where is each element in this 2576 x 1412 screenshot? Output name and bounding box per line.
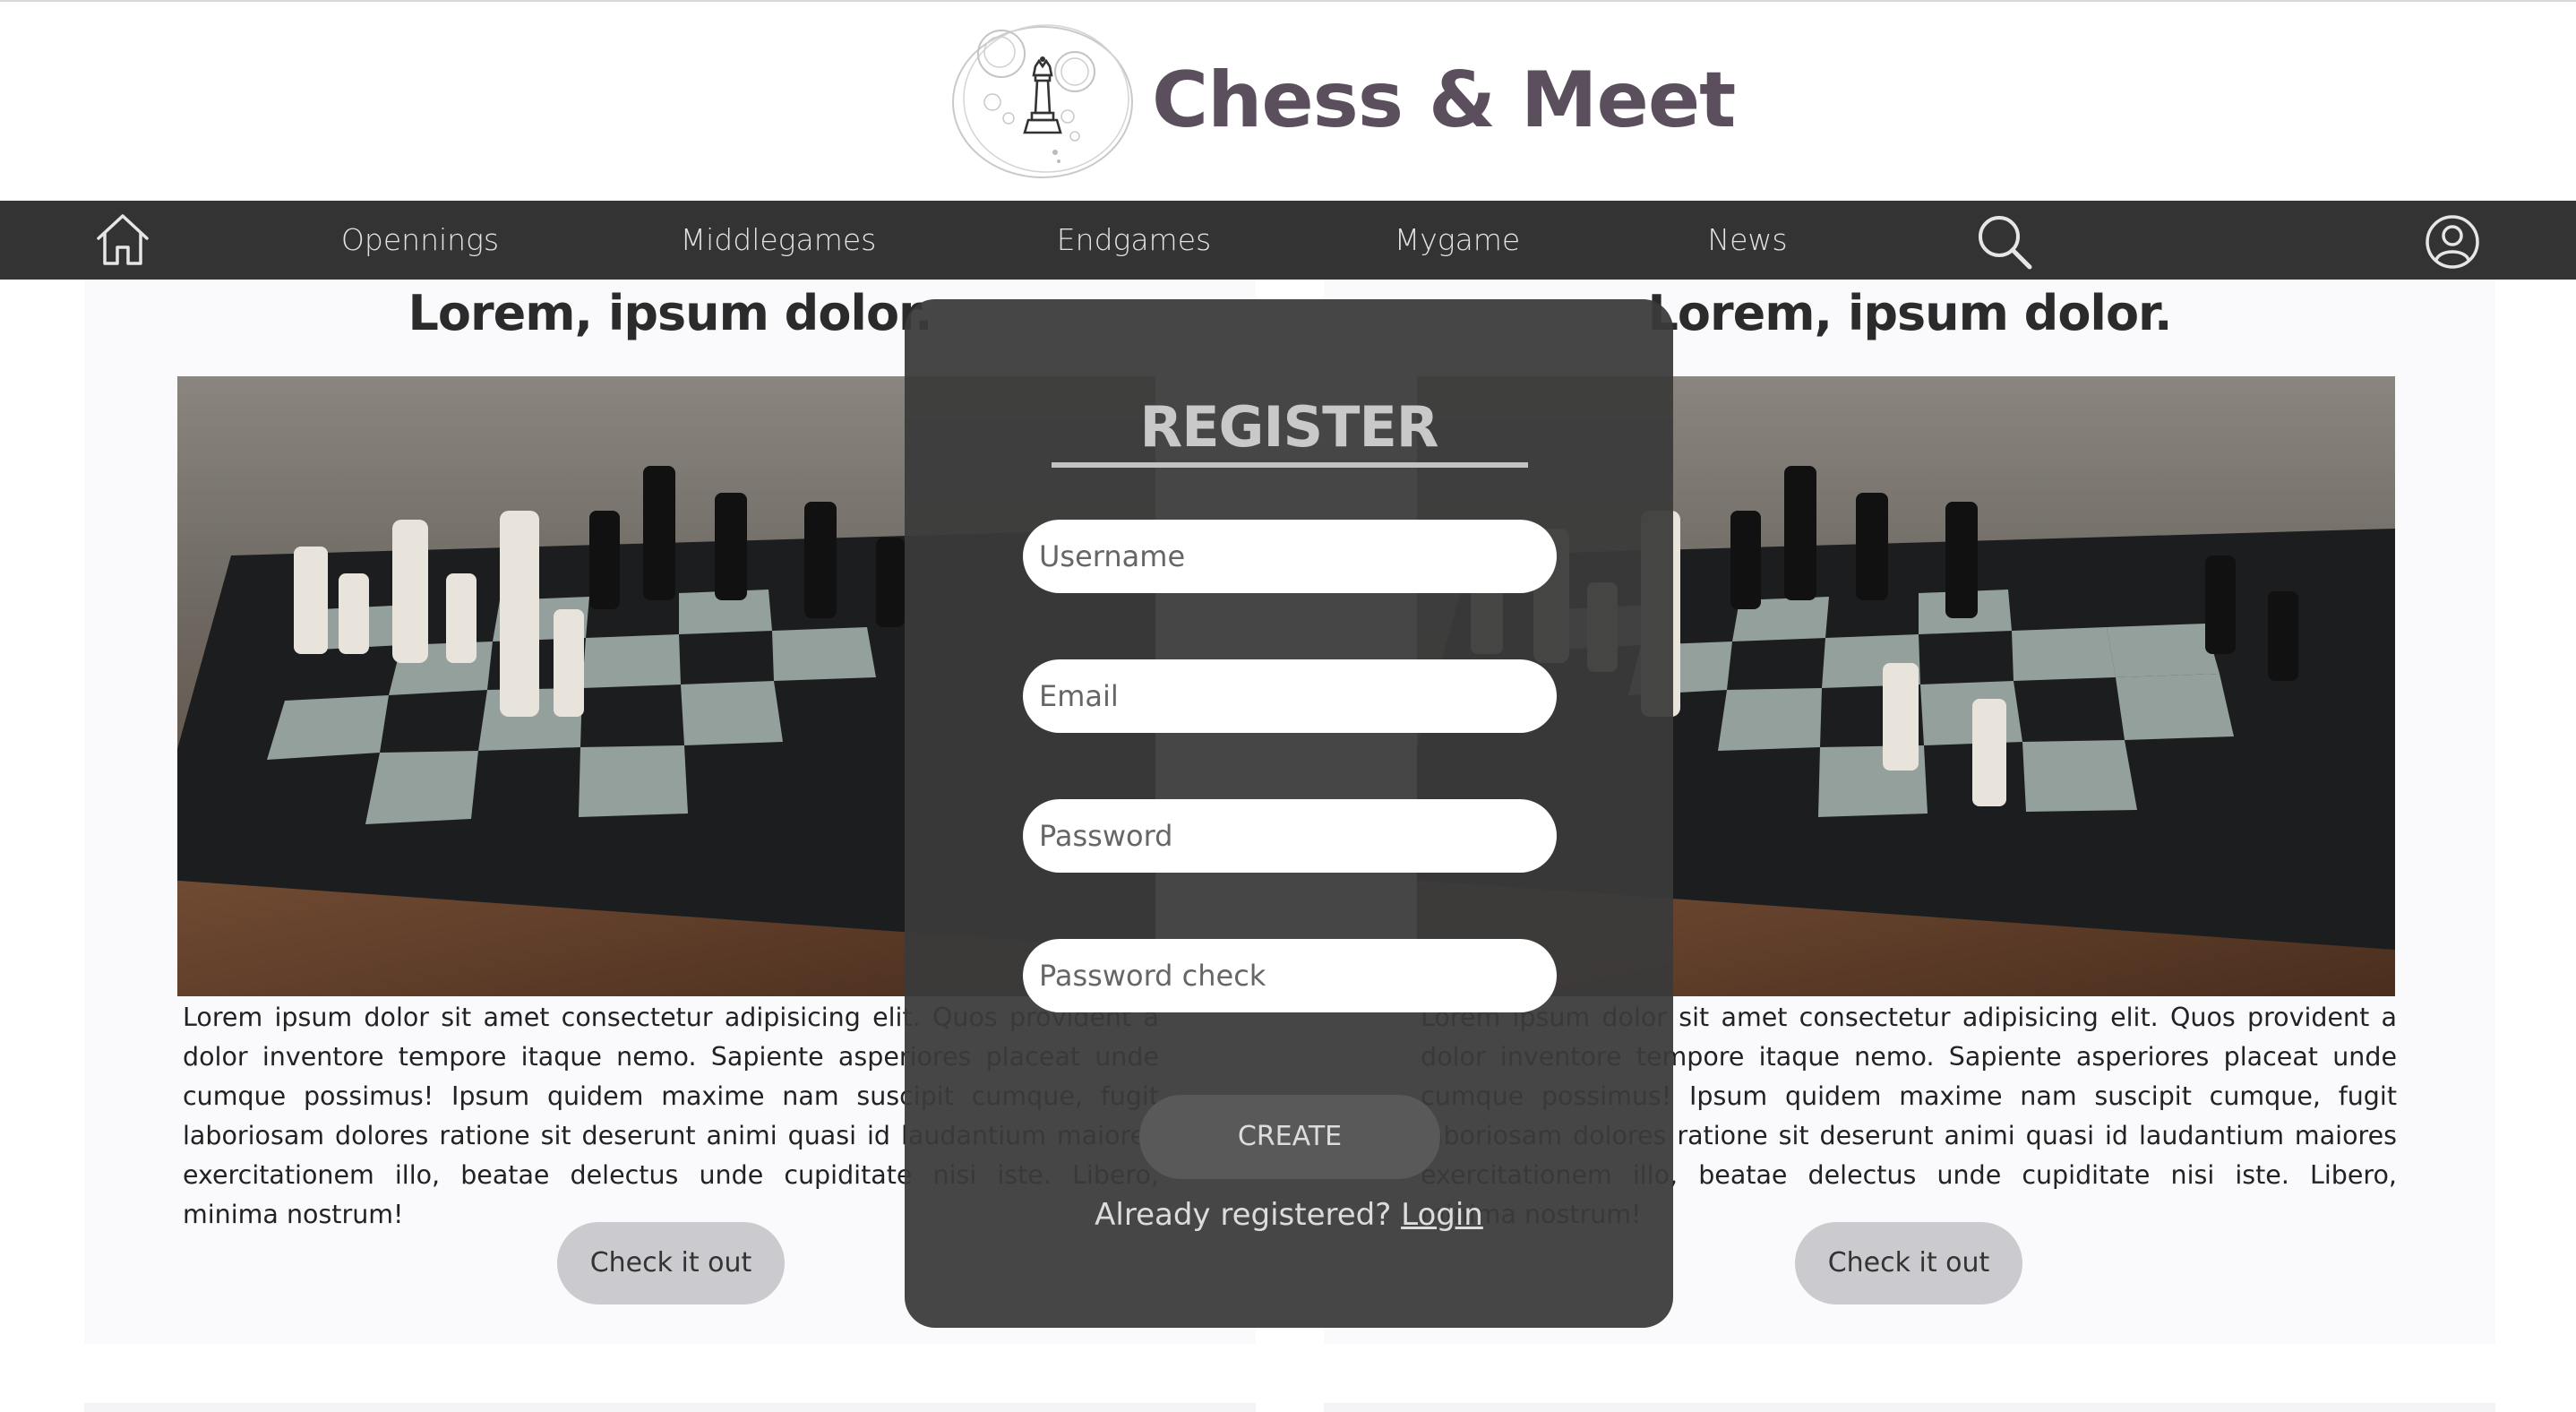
next-card-edge xyxy=(1324,1403,2495,1412)
already-registered: Already registered? Login xyxy=(905,1197,1673,1233)
register-modal: REGISTER CREATE Already registered? Logi… xyxy=(905,299,1673,1328)
search-icon[interactable] xyxy=(1976,213,2035,271)
login-link[interactable]: Login xyxy=(1401,1197,1483,1233)
site-title: Chess & Meet xyxy=(1152,56,1736,145)
nav-item-opennings[interactable]: Opennings xyxy=(341,201,499,280)
password-field[interactable] xyxy=(1023,799,1557,873)
nav-item-news[interactable]: News xyxy=(1707,201,1787,280)
check-it-out-button[interactable]: Check it out xyxy=(1795,1222,2022,1304)
email-field[interactable] xyxy=(1023,659,1557,733)
user-icon[interactable] xyxy=(2424,213,2481,271)
home-icon[interactable] xyxy=(93,211,152,269)
create-button[interactable]: CREATE xyxy=(1139,1095,1440,1179)
nav-item-endgames[interactable]: Endgames xyxy=(1057,201,1211,280)
check-it-out-button[interactable]: Check it out xyxy=(557,1222,785,1304)
username-field[interactable] xyxy=(1023,520,1557,593)
top-border xyxy=(0,0,2576,2)
main-nav: Opennings Middlegames Endgames Mygame Ne… xyxy=(0,201,2576,280)
register-title: REGISTER xyxy=(1139,394,1438,460)
site-header: Chess & Meet xyxy=(949,20,1736,181)
already-registered-text: Already registered? xyxy=(1095,1197,1392,1233)
chess-logo-icon xyxy=(952,24,1133,178)
title-underline xyxy=(1052,462,1528,468)
password-check-field[interactable] xyxy=(1023,939,1557,1012)
next-card-edge xyxy=(84,1403,1256,1412)
nav-item-middlegames[interactable]: Middlegames xyxy=(681,201,877,280)
nav-item-mygame[interactable]: Mygame xyxy=(1395,201,1520,280)
